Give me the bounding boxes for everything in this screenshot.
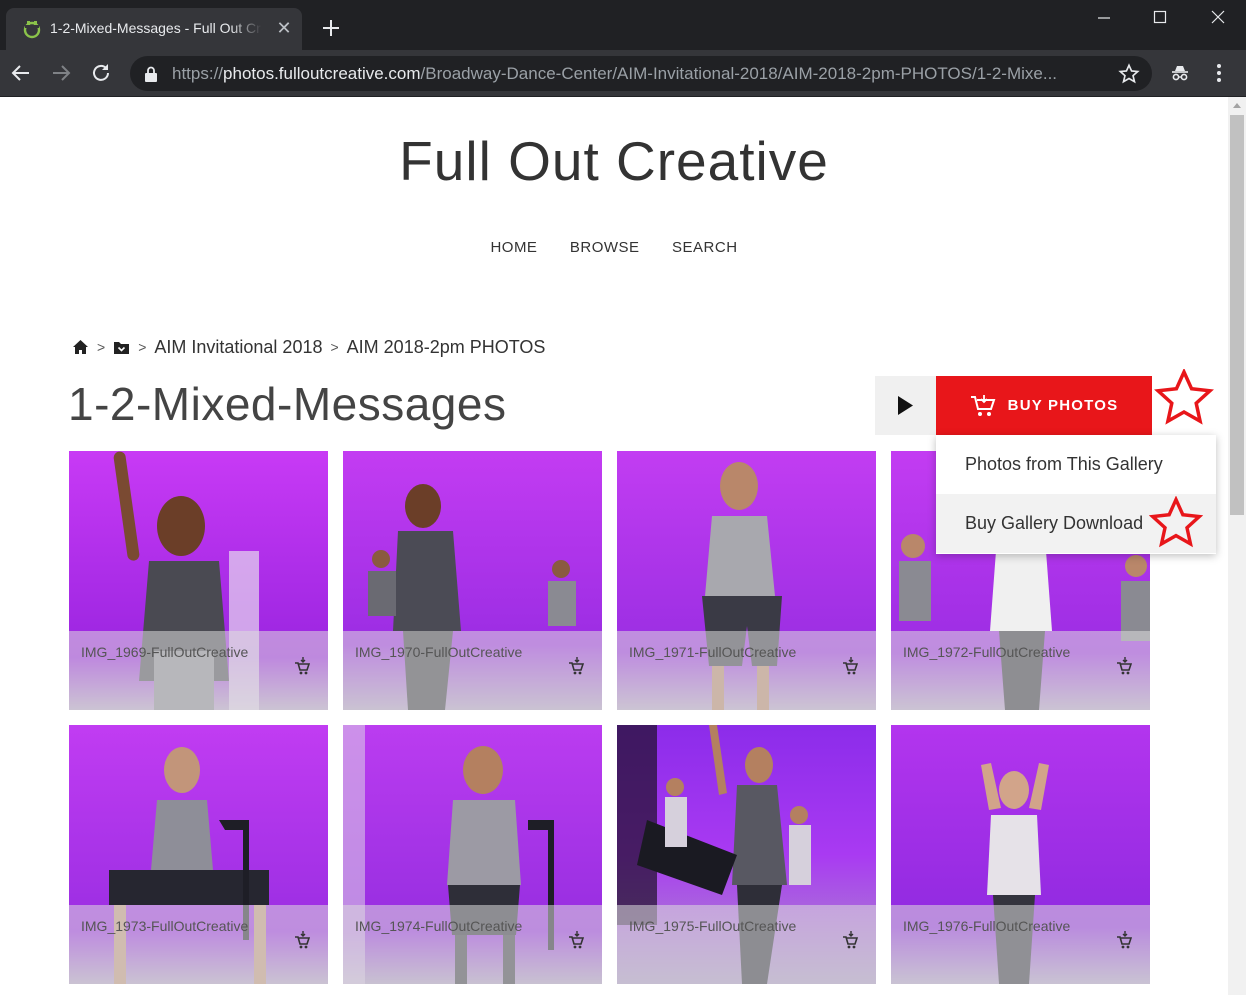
browser-toolbar: https://photos.fulloutcreative.com/Broad… <box>0 50 1246 97</box>
annotation-star-icon <box>1149 496 1203 548</box>
buy-photos-button[interactable]: BUY PHOTOS <box>936 376 1152 435</box>
scrollbar-thumb[interactable] <box>1230 115 1244 515</box>
nav-home[interactable]: HOME <box>490 239 537 256</box>
dancer-photo <box>617 451 876 710</box>
tab-title: 1-2-Mixed-Messages - Full Out Creative <box>50 20 262 36</box>
dancer-photo <box>343 725 602 984</box>
photo-thumbnail[interactable] <box>69 451 328 710</box>
photo-thumbnail[interactable] <box>617 451 876 710</box>
bookmark-star-icon[interactable] <box>1118 63 1140 85</box>
play-icon <box>898 396 913 415</box>
page-content: Full Out Creative HOME BROWSE SEARCH > >… <box>0 97 1228 995</box>
breadcrumb-separator: > <box>330 339 339 355</box>
gallery-title: 1-2-Mixed-Messages <box>68 378 507 430</box>
minimize-window-icon[interactable] <box>1076 0 1132 34</box>
back-arrow-icon[interactable] <box>9 61 33 85</box>
nav-search[interactable]: SEARCH <box>672 239 738 256</box>
browser-tab-strip: 1-2-Mixed-Messages - Full Out Creative ✕ <box>0 0 1246 50</box>
buy-photos-label: BUY PHOTOS <box>1007 397 1119 414</box>
dancer-photo <box>617 725 876 984</box>
nav-browse[interactable]: BROWSE <box>570 239 640 256</box>
breadcrumb-separator: > <box>97 339 106 355</box>
address-bar[interactable]: https://photos.fulloutcreative.com/Broad… <box>130 56 1152 91</box>
breadcrumb-aim-invitational[interactable]: AIM Invitational 2018 <box>154 337 322 358</box>
site-title[interactable]: Full Out Creative <box>0 129 1228 193</box>
folder-icon[interactable] <box>113 340 130 355</box>
photo-thumbnail[interactable] <box>617 725 876 984</box>
breadcrumb-aim-2pm-photos[interactable]: AIM 2018-2pm PHOTOS <box>347 337 546 358</box>
home-icon[interactable] <box>72 339 89 355</box>
dancer-photo <box>891 725 1150 984</box>
url-text: https://photos.fulloutcreative.com/Broad… <box>172 64 1102 84</box>
photo-thumbnail[interactable] <box>343 725 602 984</box>
maximize-window-icon[interactable] <box>1132 0 1188 34</box>
lock-icon <box>145 66 157 82</box>
page-scrollbar[interactable] <box>1228 97 1246 995</box>
dancer-photo <box>69 451 328 710</box>
shopping-cart-icon <box>970 394 996 416</box>
dancer-photo <box>69 725 328 984</box>
photo-thumbnail[interactable] <box>343 451 602 710</box>
forward-arrow-icon[interactable] <box>49 61 73 85</box>
url-scheme: https:// <box>172 64 224 83</box>
site-nav: HOME BROWSE SEARCH <box>0 239 1228 257</box>
scroll-up-arrow-icon[interactable] <box>1233 103 1241 108</box>
slideshow-play-button[interactable] <box>875 376 936 435</box>
photo-thumbnail[interactable] <box>891 725 1150 984</box>
browser-tab[interactable]: 1-2-Mixed-Messages - Full Out Creative ✕ <box>6 8 302 50</box>
menu-item-photos-from-gallery[interactable]: Photos from This Gallery <box>936 435 1216 494</box>
incognito-icon[interactable] <box>1168 61 1192 85</box>
kebab-menu-icon[interactable] <box>1207 61 1231 85</box>
breadcrumb-separator: > <box>138 339 147 355</box>
smugmug-favicon-icon <box>23 21 41 39</box>
photo-thumbnail[interactable] <box>69 725 328 984</box>
url-host: photos.fulloutcreative.com <box>223 64 421 83</box>
dancer-photo <box>343 451 602 710</box>
reload-icon[interactable] <box>89 61 113 85</box>
annotation-star-icon <box>1154 369 1214 425</box>
breadcrumb: > > AIM Invitational 2018 > AIM 2018-2pm… <box>72 337 545 357</box>
new-tab-plus-icon[interactable] <box>318 15 344 41</box>
url-path: /Broadway-Dance-Center/AIM-Invitational-… <box>420 64 1058 83</box>
close-window-icon[interactable] <box>1190 0 1246 34</box>
tab-close-icon[interactable]: ✕ <box>274 18 294 38</box>
